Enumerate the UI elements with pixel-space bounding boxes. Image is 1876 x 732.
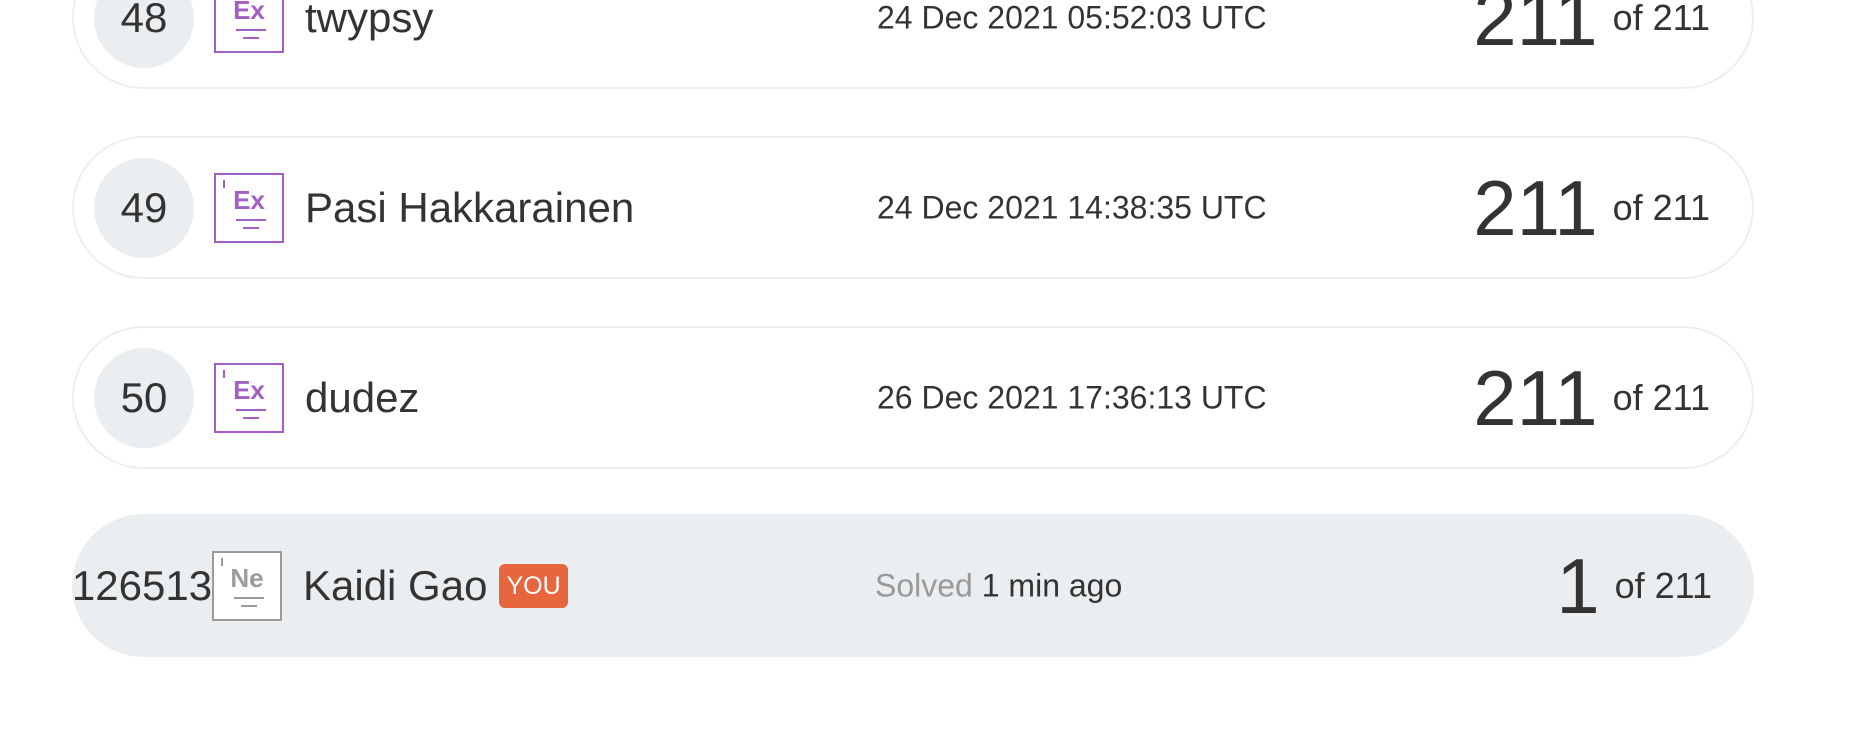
solved-time: 1 min ago bbox=[981, 567, 1123, 603]
solved-status: Solved 1 min ago bbox=[875, 567, 1122, 604]
solved-label: Solved bbox=[875, 567, 973, 603]
you-badge: YOU bbox=[499, 563, 568, 608]
solved-count: 211 of 211 bbox=[1473, 0, 1710, 57]
solved-number: 1 bbox=[1556, 541, 1600, 630]
level-symbol: Ex bbox=[233, 0, 265, 25]
solved-number: 211 bbox=[1473, 353, 1598, 442]
leaderboard-row: 48 Ex twypsy 24 Dec 2021 05:52:03 UTC 21… bbox=[72, 0, 1754, 89]
solved-total: of 211 bbox=[1612, 376, 1710, 418]
solved-total: of 211 bbox=[1612, 0, 1710, 38]
user-name-link[interactable]: dudez bbox=[305, 374, 419, 422]
level-expert-icon: Ex bbox=[214, 0, 284, 53]
solved-count: 211 of 211 bbox=[1473, 359, 1710, 437]
solved-count: 211 of 211 bbox=[1473, 169, 1710, 247]
user-name-link[interactable]: Pasi Hakkarainen bbox=[305, 184, 634, 232]
completion-date: 24 Dec 2021 14:38:35 UTC bbox=[877, 189, 1267, 225]
level-symbol: Ex bbox=[233, 374, 265, 405]
solved-total: of 211 bbox=[1612, 186, 1710, 228]
solved-count: 1 of 211 bbox=[1556, 547, 1712, 625]
solved-number: 211 bbox=[1473, 0, 1598, 62]
current-user-row: 126513 Ne Kaidi Gao YOU Solved 1 min ago… bbox=[72, 514, 1754, 657]
solved-number: 211 bbox=[1473, 163, 1598, 252]
rank-number: 48 bbox=[94, 0, 194, 68]
user-name-link[interactable]: Kaidi Gao YOU bbox=[303, 562, 568, 610]
level-expert-icon: Ex bbox=[214, 362, 284, 433]
solved-total: of 211 bbox=[1614, 564, 1712, 606]
completion-date: 26 Dec 2021 17:36:13 UTC bbox=[877, 379, 1267, 415]
level-symbol: Ex bbox=[233, 184, 265, 215]
rank-number: 49 bbox=[94, 157, 194, 258]
level-symbol: Ne bbox=[230, 562, 264, 593]
level-newbie-icon: Ne bbox=[212, 550, 282, 621]
leaderboard-row: 49 Ex Pasi Hakkarainen 24 Dec 2021 14:38… bbox=[72, 136, 1754, 279]
rank-number: 50 bbox=[94, 347, 194, 448]
user-name-link[interactable]: twypsy bbox=[305, 0, 433, 42]
rank-number: 126513 bbox=[71, 561, 213, 609]
leaderboard-row: 50 Ex dudez 26 Dec 2021 17:36:13 UTC 211… bbox=[72, 326, 1754, 469]
completion-date: 24 Dec 2021 05:52:03 UTC bbox=[877, 0, 1267, 35]
level-expert-icon: Ex bbox=[214, 172, 284, 243]
